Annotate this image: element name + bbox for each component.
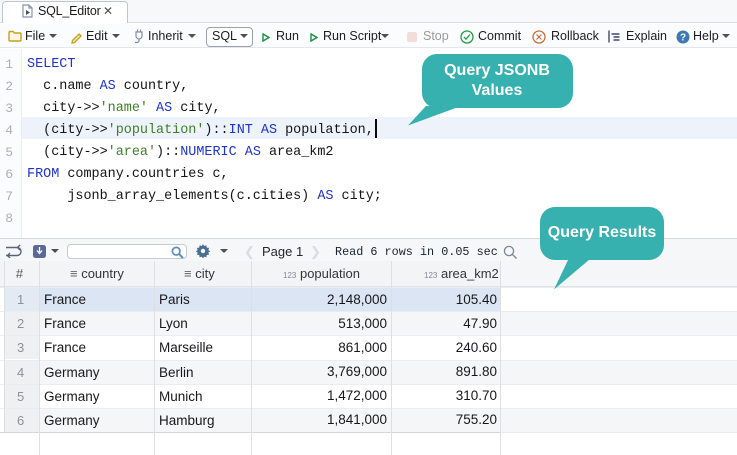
svg-text:?: ? [680, 33, 686, 44]
